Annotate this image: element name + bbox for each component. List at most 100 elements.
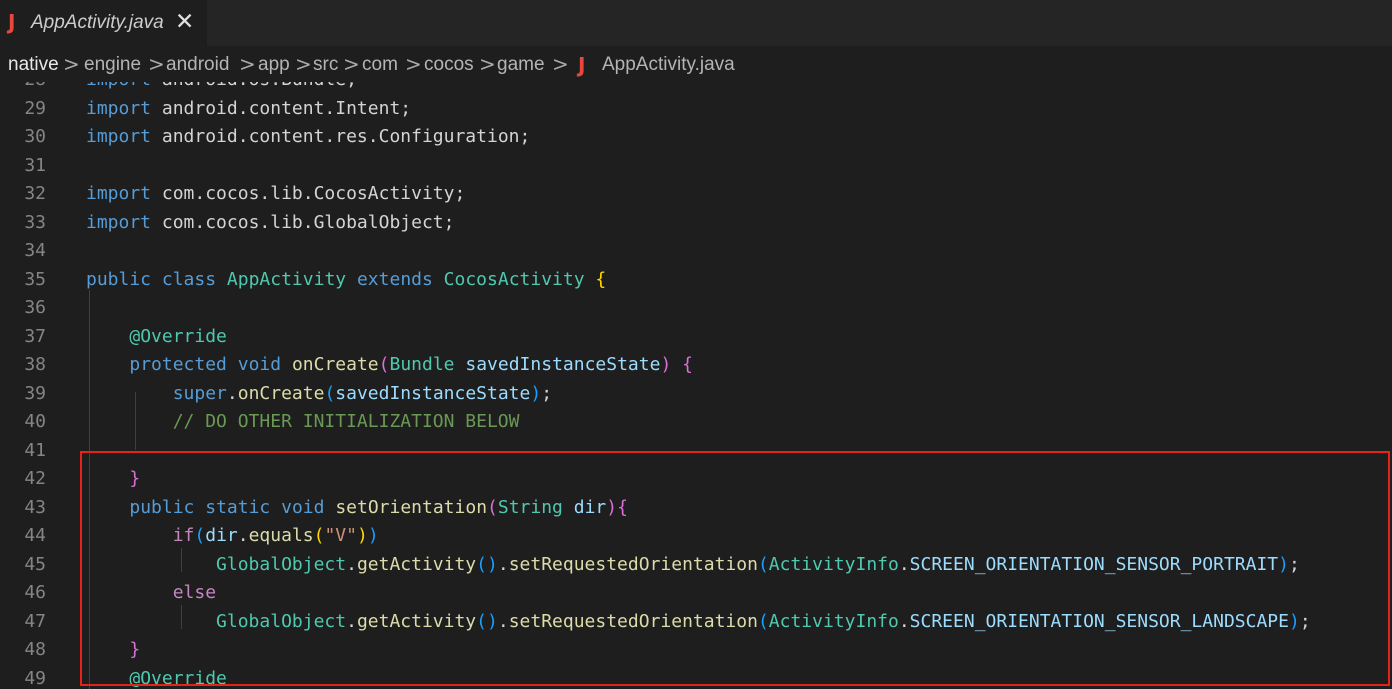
code-line[interactable]: 32 import com.cocos.lib.CocosActivity; bbox=[0, 179, 1392, 208]
code-line[interactable]: 49 @Override bbox=[0, 664, 1392, 689]
code-text: public class AppActivity extends CocosAc… bbox=[86, 269, 606, 290]
line-number: 37 bbox=[24, 325, 46, 347]
java-file-icon: J bbox=[578, 53, 586, 77]
code-text: import android.os.Bundle; bbox=[86, 82, 357, 90]
line-number: 31 bbox=[24, 154, 46, 176]
code-token: android.content.res.Configuration; bbox=[151, 126, 531, 147]
code-line[interactable]: 44 if(dir.equals("V")) bbox=[0, 521, 1392, 550]
code-token: { bbox=[617, 496, 628, 518]
code-token: import bbox=[86, 126, 152, 147]
code-line[interactable]: 28 import android.os.Bundle; bbox=[0, 82, 1392, 94]
code-token: void bbox=[281, 496, 325, 518]
code-token: () bbox=[476, 610, 498, 632]
code-token: onCreate bbox=[237, 382, 325, 404]
code-line[interactable]: 31 bbox=[0, 151, 1392, 180]
code-token: ( bbox=[313, 525, 325, 546]
code-token: . bbox=[497, 553, 509, 575]
code-line[interactable]: 38 protected void onCreate(Bundle savedI… bbox=[0, 350, 1392, 379]
code-text: } bbox=[86, 639, 140, 660]
code-token: dir bbox=[573, 496, 607, 518]
code-text: if(dir.equals("V")) bbox=[86, 525, 379, 546]
code-token: onCreate bbox=[291, 354, 379, 375]
code-text: import com.cocos.lib.GlobalObject; bbox=[86, 212, 454, 233]
code-token: static bbox=[205, 496, 271, 518]
code-line[interactable]: 36 bbox=[0, 293, 1392, 322]
code-token: setRequestedOrientation bbox=[508, 553, 758, 575]
code-text: import android.content.res.Configuration… bbox=[86, 126, 530, 147]
breadcrumb-item-android[interactable]: android bbox=[166, 54, 229, 76]
code-line[interactable]: 48 } bbox=[0, 635, 1392, 664]
code-token: () bbox=[476, 553, 498, 575]
line-number: 43 bbox=[24, 496, 46, 518]
breadcrumb-item-game[interactable]: game bbox=[497, 54, 545, 76]
breadcrumb-item-cocos[interactable]: cocos bbox=[424, 54, 474, 76]
code-token: extends bbox=[356, 268, 433, 290]
line-number: 36 bbox=[24, 297, 46, 318]
line-number: 38 bbox=[24, 354, 46, 375]
code-line[interactable]: 33 import com.cocos.lib.GlobalObject; bbox=[0, 208, 1392, 237]
code-token: { bbox=[682, 354, 693, 375]
code-token: ActivityInfo bbox=[768, 553, 899, 575]
code-line[interactable]: 40 // DO OTHER INITIALIZATION BELOW bbox=[0, 407, 1392, 436]
code-line[interactable]: 45 GlobalObject.getActivity().setRequest… bbox=[0, 550, 1392, 579]
code-token: . bbox=[237, 525, 249, 546]
code-token: . bbox=[226, 382, 238, 404]
code-token: setOrientation bbox=[335, 496, 488, 518]
code-token: // DO OTHER INITIALIZATION BELOW bbox=[172, 411, 520, 432]
code-token: savedInstanceState bbox=[335, 382, 531, 404]
line-number: 29 bbox=[24, 97, 46, 119]
close-icon[interactable]: ✕ bbox=[175, 9, 194, 35]
breadcrumb-item-src[interactable]: src bbox=[313, 54, 338, 76]
code-text: public static void setOrientation(String… bbox=[86, 497, 628, 518]
breadcrumb-item-native[interactable]: native bbox=[8, 54, 59, 76]
code-editor[interactable]: 28 import android.os.Bundle; 29 import andr… bbox=[0, 82, 1392, 689]
breadcrumb-item-com[interactable]: com bbox=[362, 54, 398, 76]
code-text: GlobalObject.getActivity().setRequestedO… bbox=[86, 554, 1300, 575]
breadcrumb-item-file[interactable]: AppActivity.java bbox=[602, 54, 735, 76]
line-number: 42 bbox=[24, 468, 46, 489]
code-line[interactable]: 30 import android.content.res.Configurati… bbox=[0, 122, 1392, 151]
code-line[interactable]: 47 GlobalObject.getActivity().setRequest… bbox=[0, 607, 1392, 636]
code-line[interactable]: 39 super.onCreate(savedInstanceState); bbox=[0, 379, 1392, 408]
code-line[interactable]: 42 } bbox=[0, 464, 1392, 493]
code-line[interactable]: 46 else bbox=[0, 578, 1392, 607]
code-token: com.cocos.lib.GlobalObject; bbox=[151, 211, 455, 233]
code-line[interactable]: 43 public static void setOrientation(Str… bbox=[0, 493, 1392, 522]
code-token: ) bbox=[1278, 553, 1289, 575]
code-token: savedInstanceState bbox=[465, 354, 661, 375]
code-line[interactable]: 37 @Override bbox=[0, 322, 1392, 351]
code-line[interactable]: 41 bbox=[0, 436, 1392, 465]
code-token: ; bbox=[1299, 610, 1311, 632]
code-token: android.os.Bundle; bbox=[151, 82, 357, 90]
code-token: ; bbox=[541, 382, 553, 404]
line-number: 45 bbox=[24, 553, 46, 575]
code-token: ( bbox=[324, 382, 336, 404]
code-token: . bbox=[898, 610, 910, 632]
code-line[interactable]: 34 bbox=[0, 236, 1392, 265]
breadcrumb-item-engine[interactable]: engine bbox=[84, 54, 141, 76]
code-token: getActivity bbox=[356, 610, 477, 632]
breadcrumb-item-app[interactable]: app bbox=[258, 54, 290, 76]
code-token: public bbox=[129, 496, 195, 518]
code-line[interactable]: 35 public class AppActivity extends Cocos… bbox=[0, 265, 1392, 294]
chevron-right-icon: > bbox=[405, 52, 422, 76]
code-token: { bbox=[595, 268, 607, 290]
breadcrumb: native > engine > android > app > src > … bbox=[0, 46, 1392, 82]
code-token: super bbox=[172, 382, 227, 404]
code-token: } bbox=[129, 468, 141, 489]
tab-appactivity-java[interactable]: J AppActivity.java ✕ bbox=[0, 0, 207, 46]
line-number: 46 bbox=[24, 582, 46, 603]
code-line[interactable]: 29 import android.content.Intent; bbox=[0, 94, 1392, 123]
chevron-right-icon: > bbox=[343, 52, 360, 76]
code-token: ; bbox=[1288, 553, 1300, 575]
